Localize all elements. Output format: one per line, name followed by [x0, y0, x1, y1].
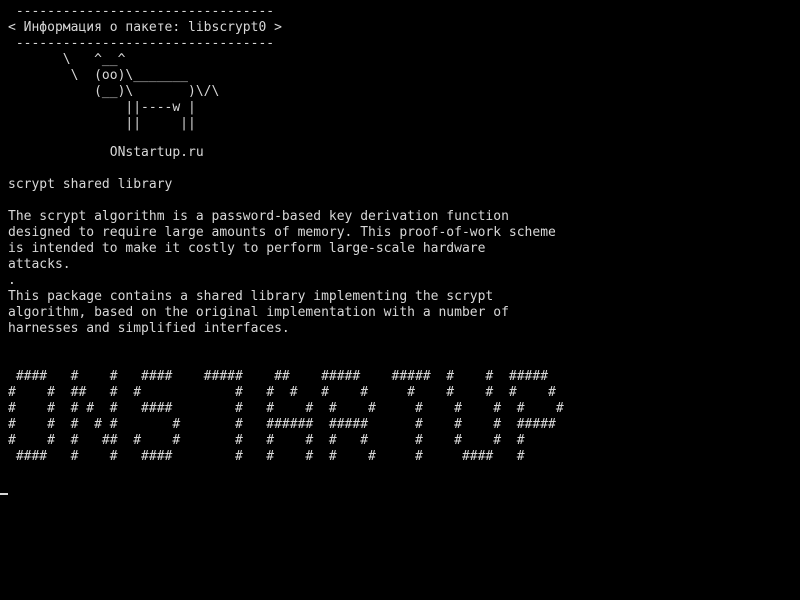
- banner-line: # # # ## # # # # # # # # # # #: [8, 433, 525, 448]
- cowsay-line: ---------------------------------: [8, 36, 275, 51]
- package-summary: scrypt shared library: [8, 177, 172, 193]
- description-line: This package contains a shared library i…: [8, 289, 494, 304]
- cowsay-line: ---------------------------------: [8, 4, 275, 19]
- description-line: .: [8, 273, 16, 288]
- cowsay-line: \ ^__^: [8, 52, 126, 67]
- description-line: algorithm, based on the original impleme…: [8, 305, 509, 320]
- cowsay-line: < Информация о пакете: libscrypt0 >: [8, 20, 282, 35]
- site-label-text: ONstartup.ru: [8, 145, 204, 160]
- description-line: attacks.: [8, 257, 71, 272]
- description-line: The scrypt algorithm is a password-based…: [8, 209, 509, 224]
- banner-line: # # # # # # # ###### ##### # # # #####: [8, 417, 556, 432]
- banner-line: #### # # #### # # # # # # #### #: [8, 449, 525, 464]
- terminal-screen[interactable]: --------------------------------- < Инфор…: [0, 0, 800, 600]
- ascii-banner: #### # # #### ##### ## ##### ##### # # #…: [8, 369, 564, 465]
- banner-line: # # ## # # # # # # # # # # # #: [8, 385, 556, 400]
- cowsay-line: || ||: [8, 116, 196, 131]
- site-label: ONstartup.ru: [8, 145, 204, 161]
- description-line: designed to require large amounts of mem…: [8, 225, 556, 240]
- package-description: The scrypt algorithm is a password-based…: [8, 209, 556, 337]
- description-line: is intended to make it costly to perform…: [8, 241, 486, 256]
- cowsay-line: (__)\ )\/\: [8, 84, 220, 99]
- text-cursor: [0, 493, 8, 495]
- banner-line: # # # # # #### # # # # # # # # # #: [8, 401, 564, 416]
- banner-line: #### # # #### ##### ## ##### ##### # # #…: [8, 369, 549, 384]
- package-summary-text: scrypt shared library: [8, 177, 173, 192]
- cowsay-line: ||----w |: [8, 100, 196, 115]
- cowsay-line: \ (oo)\_______: [8, 68, 189, 83]
- description-line: harnesses and simplified interfaces.: [8, 321, 290, 336]
- cowsay-art: --------------------------------- < Инфор…: [8, 4, 282, 132]
